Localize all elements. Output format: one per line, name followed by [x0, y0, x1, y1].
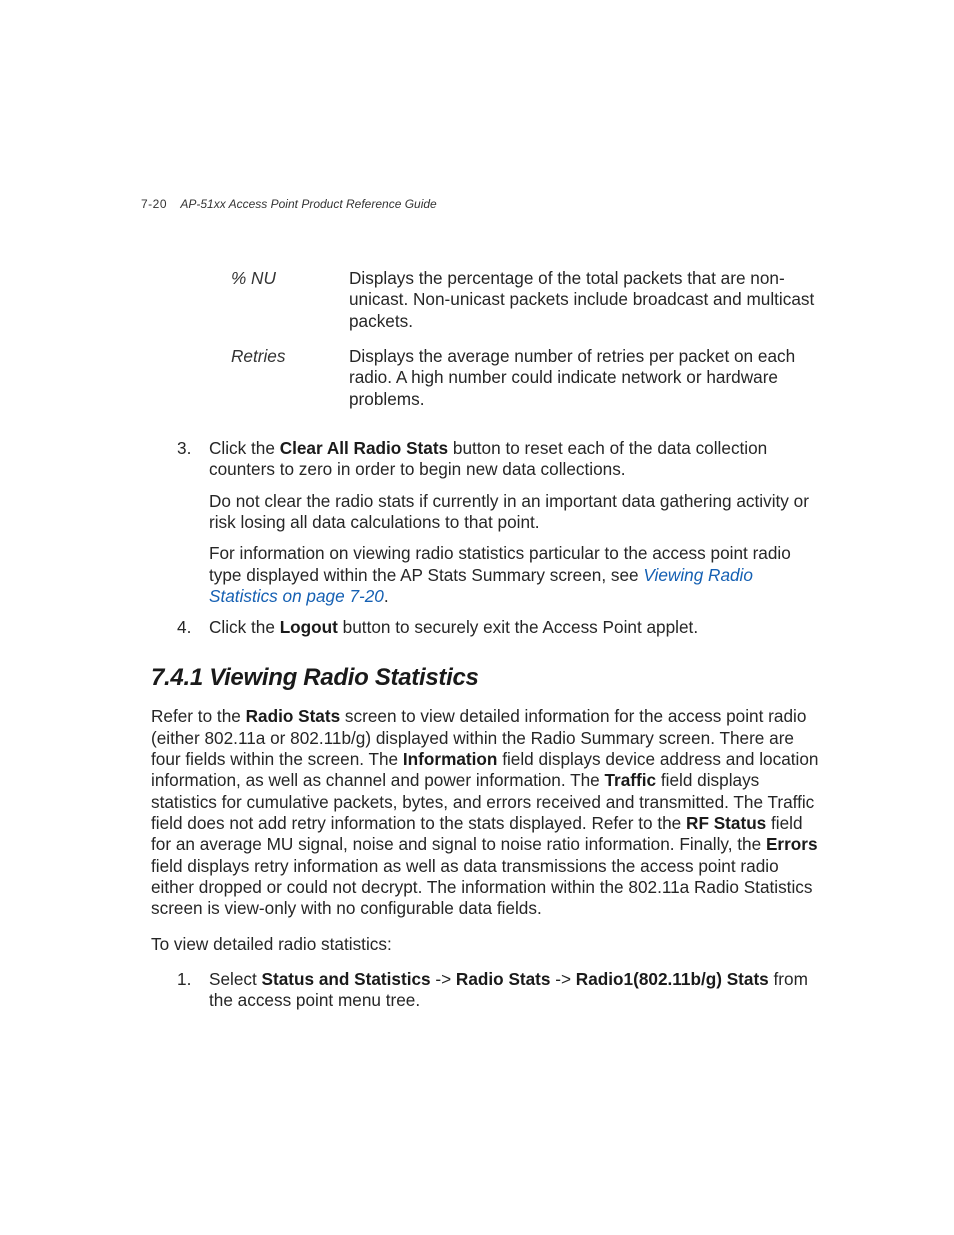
bold-span: Radio Stats: [246, 706, 341, 726]
page-number: 7-20: [141, 197, 167, 211]
text-span: field displays retry information as well…: [151, 856, 812, 919]
term-label: % NU: [231, 268, 349, 332]
bold-span: Radio1(802.11b/g) Stats: [576, 969, 769, 989]
content-area: % NU Displays the percentage of the tota…: [151, 268, 819, 1022]
text-span: button to securely exit the Access Point…: [338, 617, 698, 637]
ordered-steps: Select Status and Statistics -> Radio St…: [151, 969, 819, 1012]
bold-span: Traffic: [605, 770, 657, 790]
doc-title: AP-51xx Access Point Product Reference G…: [180, 197, 436, 211]
term-description: Displays the average number of retries p…: [349, 346, 819, 410]
bold-span: RF Status: [686, 813, 766, 833]
bold-span: Clear All Radio Stats: [280, 438, 448, 458]
page: 7-20 AP-51xx Access Point Product Refere…: [0, 0, 954, 1235]
term-label: Retries: [231, 346, 349, 410]
text-span: ->: [550, 969, 575, 989]
bold-span: Errors: [766, 834, 818, 854]
step-paragraph: Do not clear the radio stats if currentl…: [209, 491, 819, 534]
bold-span: Radio Stats: [456, 969, 551, 989]
step-item: Click the Clear All Radio Stats button t…: [151, 438, 819, 607]
text-span: Refer to the: [151, 706, 246, 726]
bold-span: Logout: [280, 617, 338, 637]
step-paragraph: Click the Logout button to securely exit…: [209, 617, 819, 638]
body-paragraph: Refer to the Radio Stats screen to view …: [151, 706, 819, 919]
step-paragraph: For information on viewing radio statist…: [209, 543, 819, 607]
text-span: .: [384, 586, 389, 606]
bold-span: Information: [403, 749, 498, 769]
table-row: % NU Displays the percentage of the tota…: [231, 268, 819, 332]
step-item: Click the Logout button to securely exit…: [151, 617, 819, 638]
step-paragraph: Select Status and Statistics -> Radio St…: [209, 969, 819, 1012]
term-description: Displays the percentage of the total pac…: [349, 268, 819, 332]
table-row: Retries Displays the average number of r…: [231, 346, 819, 410]
section-heading: 7.4.1 Viewing Radio Statistics: [151, 663, 819, 693]
definition-table: % NU Displays the percentage of the tota…: [231, 268, 819, 410]
ordered-steps: Click the Clear All Radio Stats button t…: [151, 438, 819, 639]
bold-span: Status and Statistics: [262, 969, 431, 989]
text-span: Click the: [209, 438, 280, 458]
running-header: 7-20 AP-51xx Access Point Product Refere…: [141, 197, 437, 211]
text-span: ->: [431, 969, 456, 989]
text-span: Click the: [209, 617, 280, 637]
step-item: Select Status and Statistics -> Radio St…: [151, 969, 819, 1012]
step-paragraph: Click the Clear All Radio Stats button t…: [209, 438, 819, 481]
text-span: Select: [209, 969, 262, 989]
body-paragraph: To view detailed radio statistics:: [151, 934, 819, 955]
